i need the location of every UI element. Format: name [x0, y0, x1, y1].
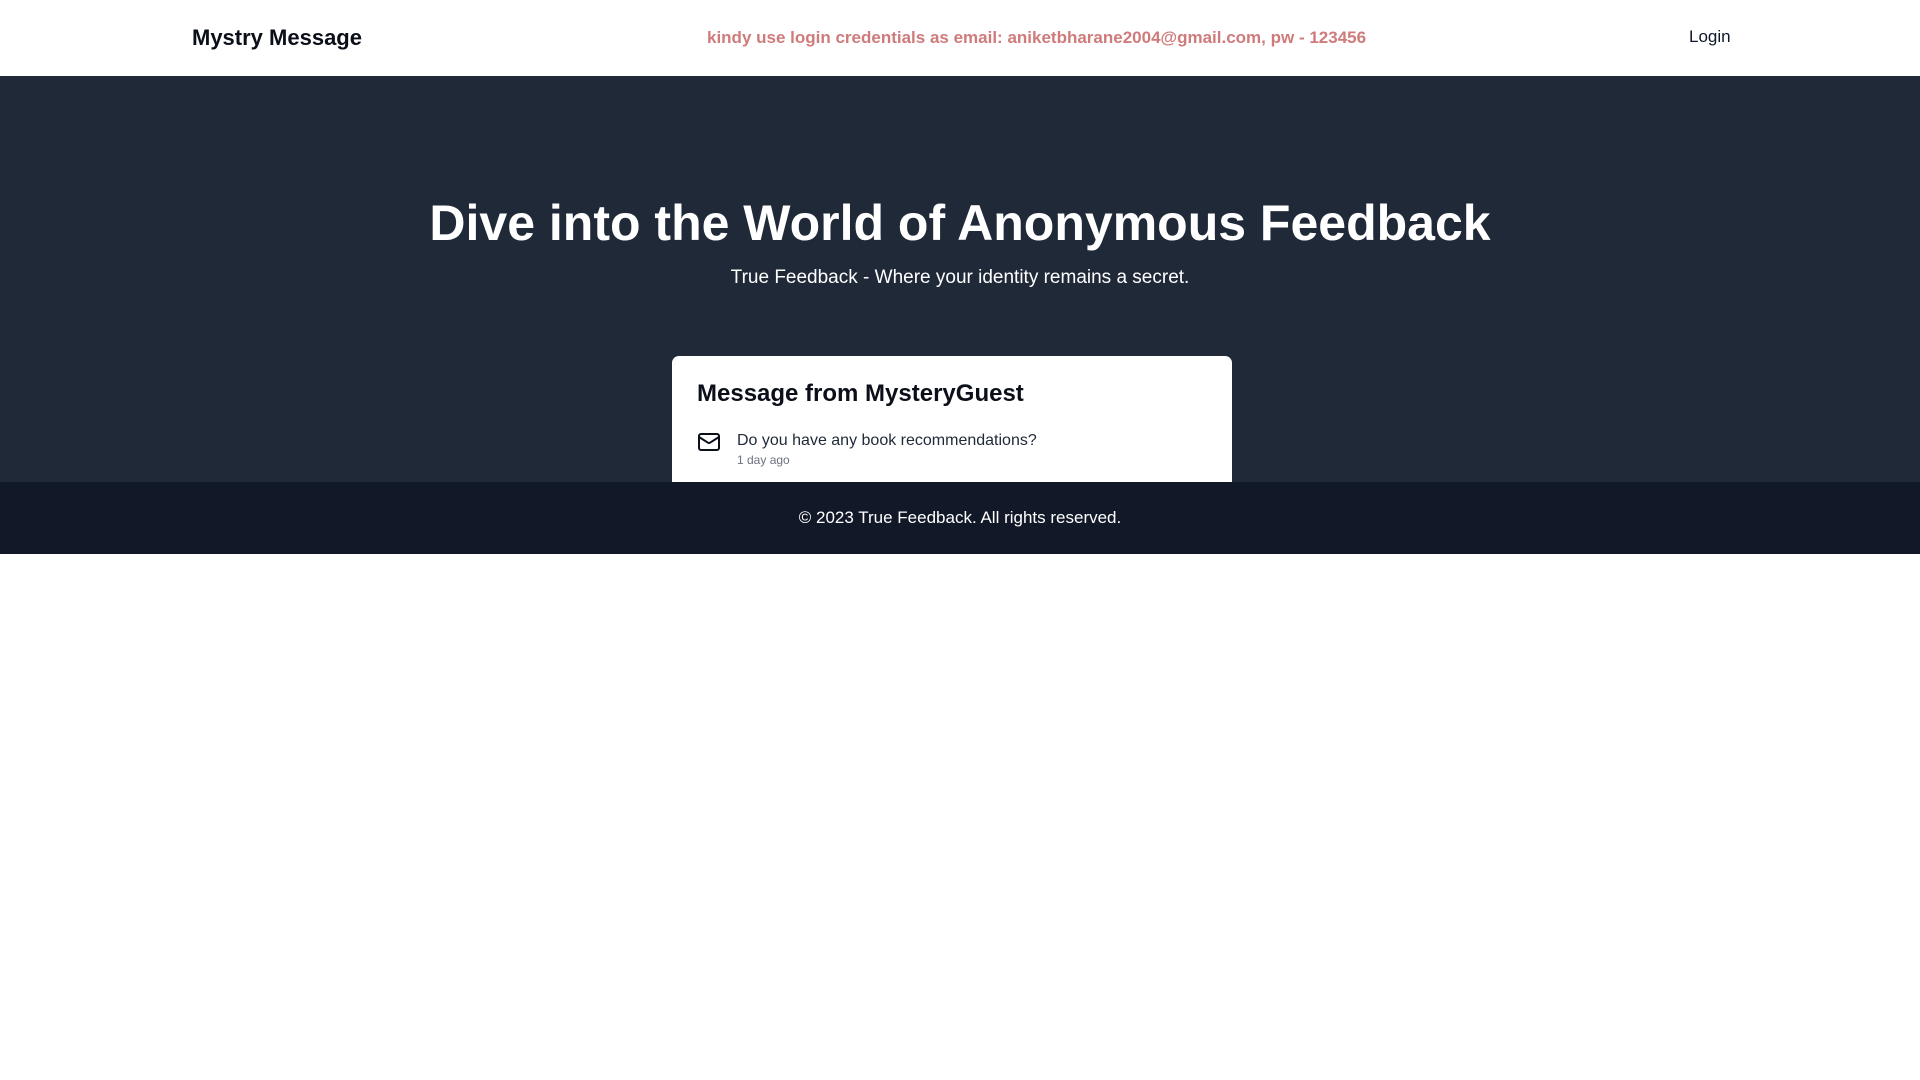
footer-copyright: © 2023 True Feedback. All rights reserve…	[798, 508, 1122, 527]
page-footer: © 2023 True Feedback. All rights reserve…	[0, 482, 1920, 554]
message-card: Message from MysteryGuest Do you have an…	[672, 356, 1232, 494]
hero-subtitle: True Feedback - Where your identity rema…	[730, 267, 1190, 288]
message-card-title: Message from MysteryGuest	[697, 380, 1024, 407]
brand-logo-link[interactable]: Mystry Message	[192, 26, 362, 50]
hero-title: Dive into the World of Anonymous Feedbac…	[429, 195, 1491, 251]
message-timestamp: 1 day ago	[737, 453, 790, 467]
login-credentials-notice: kindy use login credentials as email: an…	[707, 28, 1367, 47]
hero-section: Dive into the World of Anonymous Feedbac…	[0, 76, 1920, 494]
top-navbar: Mystry Message kindy use login credentia…	[0, 0, 1920, 76]
login-button[interactable]: Login	[1689, 27, 1731, 47]
message-text: Do you have any book recommendations?	[737, 432, 1037, 449]
mail-icon	[697, 430, 721, 454]
